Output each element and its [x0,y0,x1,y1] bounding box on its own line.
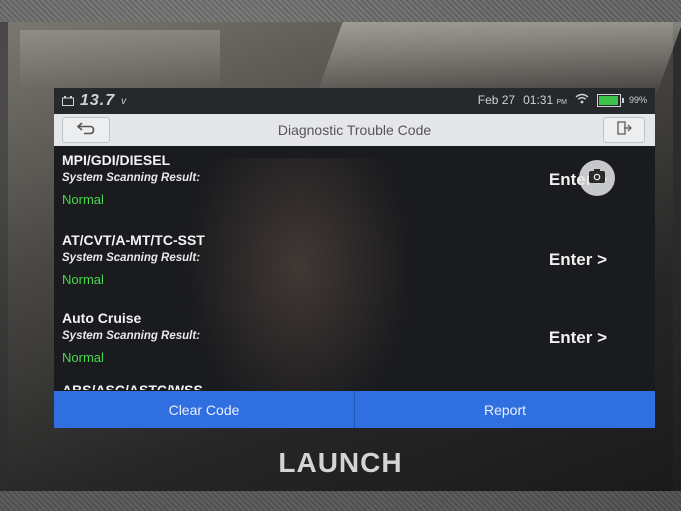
screenshot-button[interactable] [579,160,615,196]
battery-level [598,95,618,105]
scan-result-label: System Scanning Result: [62,330,201,342]
time-ampm: PM [556,99,567,106]
enter-button[interactable]: Enter > [549,328,607,348]
status-bar: 13.7 v Feb 27 01:31 PM 99% [54,88,655,114]
battery-percent: 99% [628,95,647,105]
system-list: MPI/GDI/DIESEL System Scanning Result: N… [54,146,655,390]
enter-button[interactable]: Enter > [549,250,607,270]
system-name: MPI/GDI/DIESEL [62,152,171,168]
time-value: 01:31 [523,93,554,107]
scan-result-label: System Scanning Result: [62,252,201,264]
list-item[interactable]: ABS/ASC/ASTC/WSS [62,382,647,390]
list-item[interactable]: MPI/GDI/DIESEL System Scanning Result: N… [62,152,647,228]
camera-icon [588,168,606,189]
scan-result-status: Normal [62,272,104,287]
exit-icon [616,120,632,141]
system-name: ABS/ASC/ASTC/WSS [62,382,203,390]
device-top-edge [0,0,681,22]
brand-logo: LAUNCH [278,447,403,478]
time: 01:31 PM [523,93,567,107]
title-bar: Diagnostic Trouble Code [54,114,655,146]
voltage-reading: 13.7 [80,92,116,109]
clear-code-button[interactable]: Clear Code [54,391,354,428]
page-title: Diagnostic Trouble Code [277,122,432,138]
glare [317,22,681,92]
scan-result-status: Normal [62,350,104,365]
list-item[interactable]: AT/CVT/A-MT/TC-SST System Scanning Resul… [62,232,647,308]
scan-result-label: System Scanning Result: [62,172,201,184]
voltage-unit: v [121,95,127,107]
system-name: Auto Cruise [62,310,142,326]
glare [20,30,220,90]
device-bottom-edge [0,491,681,511]
wifi-icon [575,93,589,107]
action-bar: Clear Code Report [54,391,655,428]
report-button[interactable]: Report [355,391,655,428]
system-name: AT/CVT/A-MT/TC-SST [62,232,205,248]
date: Feb 27 [477,93,516,107]
device-screen: 13.7 v Feb 27 01:31 PM 99% Diagnostic Tr… [54,88,655,428]
battery-icon [596,93,624,107]
list-item[interactable]: Auto Cruise System Scanning Result: Norm… [62,310,647,386]
exit-button[interactable] [603,117,645,143]
scan-result-status: Normal [62,192,104,207]
car-battery-icon [62,94,74,109]
